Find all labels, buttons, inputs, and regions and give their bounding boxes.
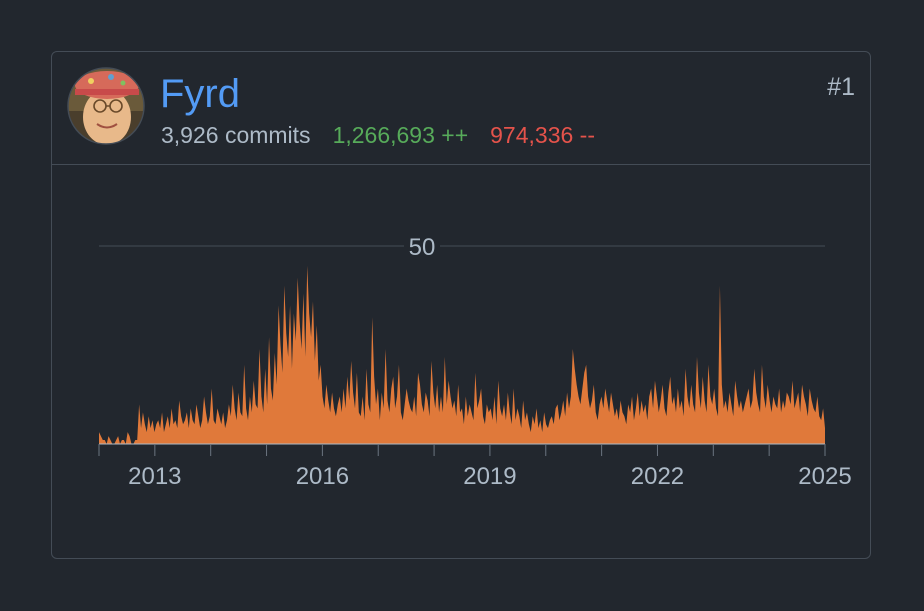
- x-tick-label: 2022: [631, 463, 684, 490]
- contributor-rank: #1: [827, 73, 855, 101]
- additions-count: 1,266,693 ++: [332, 122, 469, 148]
- y-tick-label: 50: [409, 234, 436, 261]
- commit-activity-area: [99, 265, 825, 444]
- x-tick-label: 2019: [463, 463, 516, 490]
- deletions-count: 974,336 --: [490, 122, 595, 148]
- contributor-card: Fyrd 3,926 commits 1,266,693 ++ 974,336 --…: [51, 51, 871, 559]
- user-name-link[interactable]: Fyrd: [160, 70, 240, 118]
- commit-activity-chart: 50 2013 2016 2019 2022 2025: [52, 165, 870, 558]
- x-tick-label: 2016: [296, 463, 349, 490]
- x-tick-label: 2013: [128, 463, 181, 490]
- contributor-header: Fyrd 3,926 commits 1,266,693 ++ 974,336 --…: [52, 52, 870, 165]
- contributor-stats: 3,926 commits 1,266,693 ++ 974,336 --: [161, 120, 595, 150]
- chart-svg: 50 2013 2016 2019 2022 2025: [98, 232, 852, 490]
- user-avatar[interactable]: [67, 67, 145, 145]
- x-tick-label: 2025: [798, 463, 851, 490]
- commit-count-link[interactable]: 3,926 commits: [161, 122, 311, 148]
